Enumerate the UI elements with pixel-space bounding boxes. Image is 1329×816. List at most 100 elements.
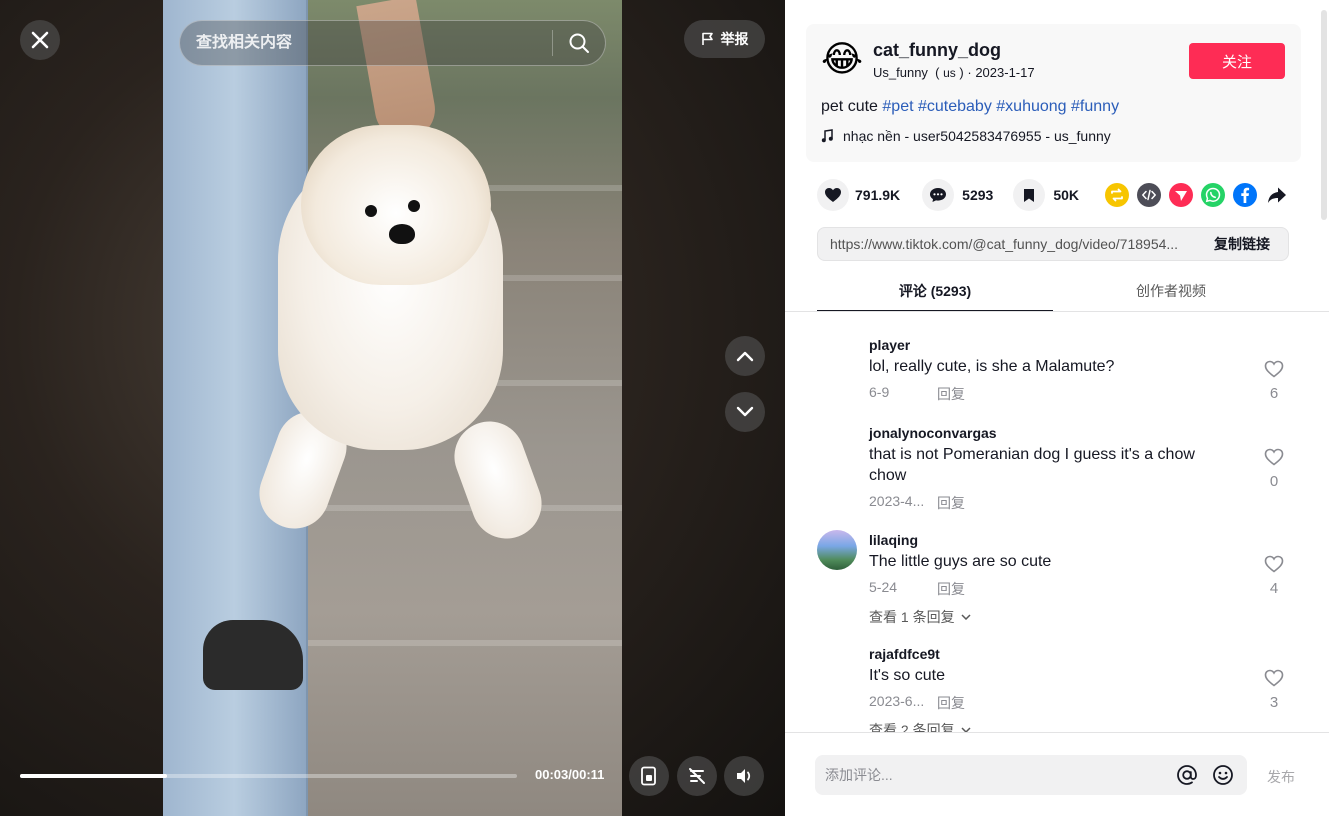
facebook-icon [1233, 183, 1257, 207]
previous-video-button[interactable] [725, 336, 765, 376]
commenter-avatar[interactable] [817, 645, 857, 685]
like-count: 791.9K [855, 187, 901, 203]
favorite-button[interactable] [1013, 179, 1046, 211]
comment-date: 2023-6... [869, 693, 925, 709]
comment-like-button[interactable]: 0 [1254, 448, 1294, 490]
dog-leg [444, 411, 552, 549]
region-close-paren: ) [955, 65, 964, 80]
send-paper-plane-icon [1169, 183, 1193, 207]
video-progress-bar[interactable] [20, 774, 517, 778]
search-bar [179, 20, 606, 66]
reply-button[interactable]: 回复 [937, 693, 965, 713]
comment-text: that is not Pomeranian dog I guess it's … [869, 446, 1195, 484]
volume-button[interactable] [724, 756, 764, 796]
hashtag-link[interactable]: #xuhuong [996, 98, 1066, 115]
search-icon [569, 33, 589, 53]
comment-compose-bar: 发布 [785, 732, 1329, 816]
video-info-card: 😂 cat_funny_dog Us_funny ( us ) · 2023-1… [806, 24, 1301, 162]
facebook-share-button[interactable] [1233, 183, 1257, 207]
video-player-area: 举报 00:03/00:11 [0, 0, 785, 816]
video-link-box: https://www.tiktok.com/@cat_funny_dog/vi… [817, 227, 1289, 261]
comment-like-button[interactable]: 4 [1254, 555, 1294, 597]
person-shoe [203, 620, 303, 690]
send-to-friends-button[interactable] [1169, 183, 1193, 207]
view-replies-button[interactable]: 查看 2 条回复 [869, 720, 971, 732]
embed-button[interactable] [1137, 183, 1161, 207]
commenter-avatar[interactable] [817, 336, 857, 376]
video-frame[interactable] [163, 0, 622, 816]
comment-text: The little guys are so cute [869, 553, 1052, 570]
embed-code-icon [1137, 183, 1161, 207]
view-replies-label: 查看 1 条回复 [869, 609, 955, 625]
comment-like-count: 0 [1269, 473, 1279, 490]
comment-like-button[interactable]: 6 [1254, 360, 1294, 402]
next-video-button[interactable] [725, 392, 765, 432]
panel-scrollbar[interactable] [1321, 10, 1327, 220]
comment-like-count: 6 [1269, 385, 1279, 402]
comment-date: 5-24 [869, 579, 898, 595]
comment-text: lol, really cute, is she a Malamute? [869, 358, 1115, 375]
follow-button[interactable]: 关注 [1189, 43, 1285, 79]
commenter-avatar[interactable] [817, 424, 857, 464]
author-avatar[interactable]: 😂 [821, 39, 863, 79]
chevron-down-icon [736, 406, 754, 417]
engagement-bar: 791.9K 5293 50K [817, 178, 1289, 212]
more-share-button[interactable] [1265, 183, 1289, 207]
side-panel: 😂 cat_funny_dog Us_funny ( us ) · 2023-1… [785, 0, 1329, 816]
hashtag-link[interactable]: #cutebaby [918, 98, 992, 115]
video-time: 00:03/00:11 [535, 767, 605, 782]
hashtag-link[interactable]: #funny [1071, 98, 1119, 115]
author-name[interactable]: cat_funny_dog [873, 40, 1001, 61]
whatsapp-icon [1201, 183, 1225, 207]
floating-player-button[interactable] [629, 756, 669, 796]
person-legs [163, 0, 308, 816]
close-button[interactable] [20, 20, 60, 60]
region-open-paren: ( [931, 65, 944, 80]
heart-outline-icon [1264, 669, 1284, 687]
comment-button[interactable] [922, 179, 955, 211]
post-comment-button[interactable]: 发布 [1267, 767, 1295, 787]
reply-button[interactable]: 回复 [937, 493, 965, 513]
repost-icon [1105, 183, 1129, 207]
video-description: pet cute #pet #cutebaby #xuhuong #funny [821, 98, 1119, 116]
heart-outline-icon [1264, 360, 1284, 378]
comment-bubble-icon [930, 188, 947, 202]
comment-like-button[interactable]: 3 [1254, 669, 1294, 711]
commenter-username[interactable]: lilaqing [869, 532, 918, 548]
puppy-eye [365, 205, 377, 217]
music-link[interactable]: nhạc nền - user5042583476955 - us_funny [821, 128, 1111, 144]
commenter-username[interactable]: player [869, 337, 910, 353]
emoji-smile-icon [1213, 765, 1233, 785]
commenter-username[interactable]: rajafdfce9t [869, 646, 940, 662]
author-region: us [943, 66, 956, 80]
danmaku-toggle-button[interactable] [677, 756, 717, 796]
repost-button[interactable] [1105, 183, 1129, 207]
search-button[interactable] [553, 20, 605, 66]
hashtag-link[interactable]: #pet [882, 98, 913, 115]
whatsapp-share-button[interactable] [1201, 183, 1225, 207]
music-note-icon [821, 129, 833, 143]
emoji-button[interactable] [1209, 761, 1237, 789]
commenter-username[interactable]: jonalynoconvargas [869, 425, 997, 441]
like-button[interactable] [817, 179, 849, 211]
view-replies-button[interactable]: 查看 1 条回复 [869, 607, 971, 627]
tab-comments[interactable]: 评论 (5293) [817, 274, 1053, 312]
view-replies-label: 查看 2 条回复 [869, 722, 955, 732]
reply-button[interactable]: 回复 [937, 579, 965, 599]
report-button[interactable]: 举报 [684, 20, 765, 58]
comment-text: It's so cute [869, 667, 945, 684]
search-input[interactable] [196, 34, 552, 52]
video-link-url[interactable]: https://www.tiktok.com/@cat_funny_dog/vi… [818, 236, 1206, 252]
puppy-head [301, 125, 491, 285]
reply-button[interactable]: 回复 [937, 384, 965, 404]
bookmark-icon [1024, 188, 1035, 202]
comment-input[interactable] [825, 767, 1165, 783]
commenter-avatar[interactable] [817, 530, 857, 570]
mention-button[interactable] [1173, 761, 1201, 789]
comment-like-count: 3 [1269, 694, 1279, 711]
report-label: 举报 [720, 31, 749, 47]
danmaku-off-icon [689, 768, 705, 784]
tab-creator-videos[interactable]: 创作者视频 [1053, 274, 1289, 312]
copy-link-button[interactable]: 复制链接 [1206, 234, 1288, 254]
floating-player-icon [641, 766, 656, 786]
